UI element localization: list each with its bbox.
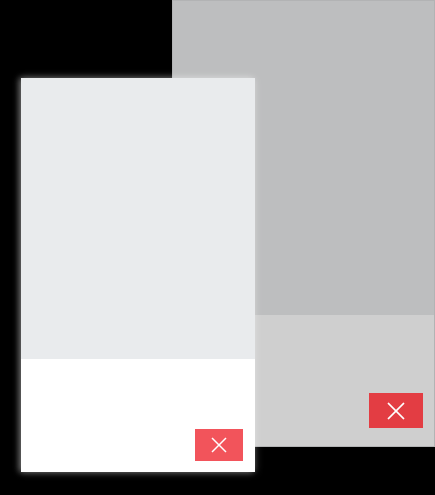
close-icon: [211, 437, 227, 453]
front-card: [21, 78, 255, 472]
close-icon: [387, 401, 405, 420]
back-close-button[interactable]: [369, 393, 423, 428]
front-close-button[interactable]: [195, 429, 243, 461]
